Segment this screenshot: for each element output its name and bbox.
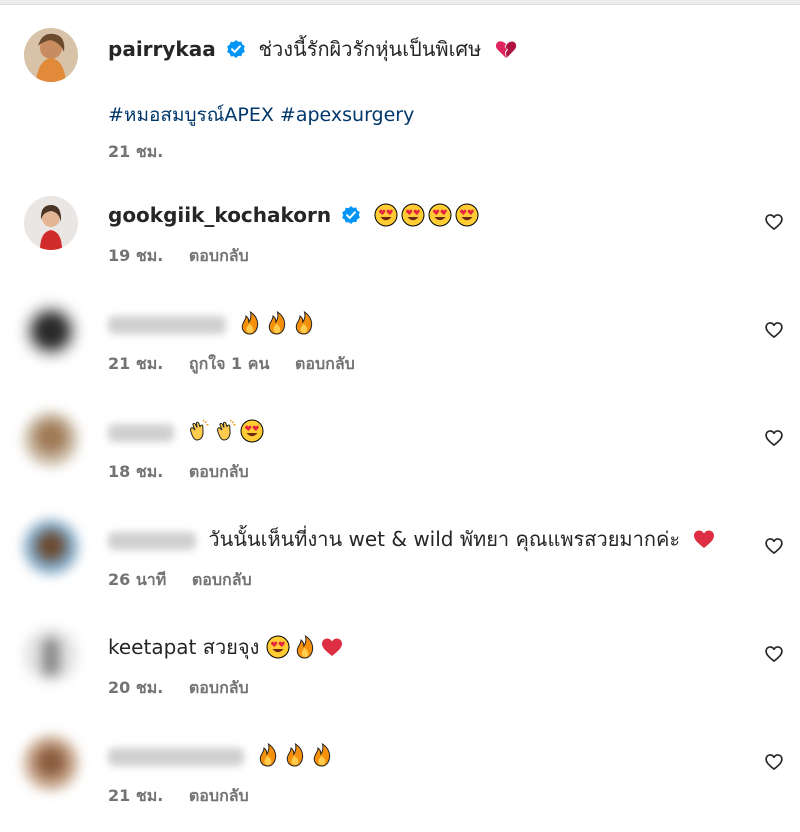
red-heart-emoji-icon	[694, 530, 715, 548]
heart-outline-icon	[765, 214, 783, 230]
like-comment-button[interactable]	[764, 752, 784, 772]
heart-outline-icon	[765, 754, 783, 770]
comment-body	[108, 418, 267, 444]
like-comment-button[interactable]	[764, 320, 784, 340]
reply-button[interactable]: ตอบกลับ	[192, 570, 252, 589]
comment-emoji-row	[256, 743, 337, 767]
comment-body: วันนั้นเห็นที่งาน wet & wild พัทยา คุณแพ…	[108, 526, 719, 552]
fire-emoji-icon	[296, 311, 313, 335]
comment-text: วันนั้นเห็นที่งาน wet & wild พัทยา คุณแพ…	[208, 527, 681, 551]
comment-meta: 18 ชม. ตอบกลับ	[108, 460, 269, 485]
comment-meta: 21 ชม. ถูกใจ 1 คน ตอบกลับ	[108, 352, 375, 377]
heart-eyes-emoji-icon	[455, 203, 479, 227]
heart-outline-icon	[765, 430, 783, 446]
caption-text: ช่วงนี้รักผิวรักหุ่นเป็นพิเศษ	[258, 37, 482, 61]
comment-username-blurred[interactable]	[108, 315, 226, 334]
comment-avatar[interactable]	[24, 412, 78, 466]
comment-time[interactable]: 20 ชม.	[108, 678, 163, 697]
fire-emoji-icon	[242, 311, 259, 335]
heart-eyes-emoji-icon	[266, 635, 290, 659]
comment-body	[108, 310, 319, 336]
heart-eyes-emoji-icon	[428, 203, 452, 227]
comment-username-blurred[interactable]	[108, 423, 174, 442]
like-comment-button[interactable]	[764, 644, 784, 664]
comment-avatar[interactable]	[24, 520, 78, 574]
heart-eyes-emoji-icon	[401, 203, 425, 227]
reply-button[interactable]: ตอบกลับ	[189, 462, 249, 481]
like-comment-button[interactable]	[764, 212, 784, 232]
reply-button[interactable]: ตอบกลับ	[295, 354, 355, 373]
comment-avatar[interactable]	[24, 628, 78, 682]
caption-hashtags[interactable]: #หมอสมบูรณ์APEX #apexsurgery	[108, 100, 414, 130]
like-comment-button[interactable]	[764, 428, 784, 448]
reply-button[interactable]: ตอบกลับ	[189, 678, 249, 697]
fire-emoji-icon	[296, 635, 313, 659]
verified-badge-icon	[342, 206, 361, 224]
comment-meta: 20 ชม. ตอบกลับ	[108, 676, 269, 701]
comment-meta: 26 นาที ตอบกลับ	[108, 568, 272, 593]
clap-emoji-icon	[190, 419, 210, 441]
fire-emoji-icon	[260, 743, 277, 767]
red-heart-emoji-icon	[321, 638, 342, 656]
fire-emoji-icon	[269, 311, 286, 335]
comment-text: สวยจุง	[202, 635, 260, 659]
comment-username-blurred[interactable]	[108, 747, 244, 766]
comment-time[interactable]: 18 ชม.	[108, 462, 163, 481]
likes-count[interactable]: ถูกใจ 1 คน	[189, 354, 269, 373]
caption-username[interactable]: pairrykaa	[108, 37, 216, 61]
clap-emoji-icon	[217, 419, 237, 441]
comment-username[interactable]: keetapat	[108, 635, 196, 659]
heart-outline-icon	[765, 646, 783, 662]
heart-outline-icon	[765, 322, 783, 338]
caption-time[interactable]: 21 ชม.	[108, 142, 163, 161]
comment-time[interactable]: 21 ชม.	[108, 786, 163, 805]
window-top-border-line	[0, 4, 800, 5]
comment-body: keetapat สวยจุง	[108, 634, 347, 660]
heart-eyes-emoji-icon	[374, 203, 398, 227]
comment-time[interactable]: 19 ชม.	[108, 246, 163, 265]
reply-button[interactable]: ตอบกลับ	[189, 786, 249, 805]
like-comment-button[interactable]	[764, 536, 784, 556]
fire-emoji-icon	[287, 743, 304, 767]
comment-username-blurred[interactable]	[108, 531, 196, 550]
comment-emoji-row	[238, 311, 319, 335]
comment-username[interactable]: gookgiik_kochakorn	[108, 203, 331, 227]
heart-eyes-emoji-icon	[240, 419, 264, 443]
broken-heart-icon	[495, 41, 516, 58]
comment-time[interactable]: 26 นาที	[108, 570, 166, 589]
comment-body	[108, 742, 337, 768]
caption-meta: 21 ชม.	[108, 140, 183, 165]
reply-button[interactable]: ตอบกลับ	[189, 246, 249, 265]
comment-meta: 21 ชม. ตอบกลับ	[108, 784, 269, 809]
comment-avatar[interactable]	[24, 736, 78, 790]
comment-meta: 19 ชม. ตอบกลับ	[108, 244, 269, 269]
comment-body: gookgiik_kochakorn	[108, 202, 482, 228]
comment-emoji-row	[186, 419, 267, 443]
fire-emoji-icon	[314, 743, 331, 767]
comment-emoji-row	[266, 635, 347, 659]
comment-avatar[interactable]	[24, 304, 78, 358]
comment-time[interactable]: 21 ชม.	[108, 354, 163, 373]
comment-avatar[interactable]	[24, 196, 78, 250]
heart-outline-icon	[765, 538, 783, 554]
avatar[interactable]	[24, 28, 78, 82]
post-caption: pairrykaa ช่วงนี้รักผิวรักหุ่นเป็นพิเศษ	[108, 36, 521, 62]
comment-emoji-row	[374, 203, 482, 227]
verified-badge-icon	[227, 40, 245, 58]
